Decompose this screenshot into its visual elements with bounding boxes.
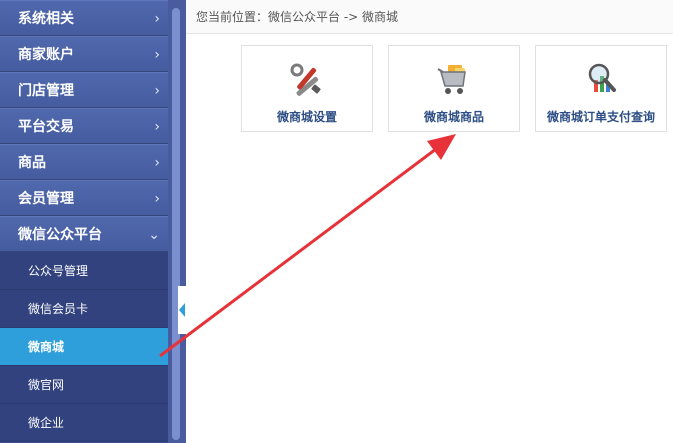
chevron-down-icon: ⌄	[148, 227, 160, 243]
collapse-arrow-icon	[179, 303, 185, 317]
sidebar-item-label: 商家账户	[18, 47, 74, 63]
magnifier-chart-icon	[588, 63, 616, 92]
scrollbar-thumb[interactable]	[172, 8, 180, 440]
sidebar-subitem-label: 微企业	[28, 416, 65, 430]
sidebar-subitem-member-card[interactable]: 微信会员卡	[0, 290, 168, 328]
sidebar-item-platform-trade[interactable]: 平台交易 ›	[0, 108, 168, 144]
sidebar-subitem-label: 微官网	[28, 378, 65, 392]
tools-icon	[290, 63, 321, 96]
sidebar-subitem-label: 微信会员卡	[28, 302, 89, 316]
tile-label: 微商城订单支付查询	[546, 110, 655, 124]
sidebar-nav: 系统相关 › 商家账户 › 门店管理 › 平台交易 › 商品 › 会员管理 › …	[0, 0, 178, 442]
sidebar-item-system[interactable]: 系统相关 ›	[0, 0, 168, 36]
sidebar-item-label: 微信公众平台	[18, 227, 102, 243]
sidebar-subitem-micro-website[interactable]: 微官网	[0, 366, 168, 404]
sidebar-collapse-handle[interactable]	[178, 286, 186, 334]
chevron-right-icon: ›	[154, 11, 160, 27]
sidebar-subitem-micro-enterprise[interactable]: 微企业	[0, 404, 168, 442]
sidebar-item-merchant-account[interactable]: 商家账户 ›	[0, 36, 168, 72]
sidebar-subitem-micro-mall[interactable]: 微商城	[0, 328, 178, 366]
sidebar-subitem-label: 微商城	[28, 340, 65, 354]
chevron-right-icon: ›	[154, 83, 160, 99]
breadcrumb: 您当前位置：微信公众平台 -> 微商城	[186, 0, 673, 34]
tile-mall-products[interactable]: 微商城商品	[388, 45, 520, 132]
sidebar-item-label: 会员管理	[18, 191, 74, 207]
chevron-right-icon: ›	[154, 119, 160, 135]
sidebar-item-member-management[interactable]: 会员管理 ›	[0, 180, 168, 216]
sidebar-item-label: 商品	[18, 155, 46, 171]
sidebar-item-label: 系统相关	[18, 11, 74, 27]
tile-order-payment-query[interactable]: 微商城订单支付查询	[535, 45, 667, 132]
sidebar-item-products[interactable]: 商品 ›	[0, 144, 168, 180]
tile-label: 微商城商品	[423, 110, 484, 124]
tile-label: 微商城设置	[276, 110, 337, 124]
sidebar: 系统相关 › 商家账户 › 门店管理 › 平台交易 › 商品 › 会员管理 › …	[0, 0, 186, 443]
chevron-right-icon: ›	[154, 155, 160, 171]
chevron-right-icon: ›	[154, 47, 160, 63]
shopping-cart-icon	[437, 65, 466, 94]
sidebar-item-label: 门店管理	[18, 83, 74, 99]
sidebar-subitem-official-account[interactable]: 公众号管理	[0, 252, 168, 290]
sidebar-item-label: 平台交易	[18, 119, 74, 135]
sidebar-scrollbar[interactable]	[168, 0, 186, 443]
sidebar-subitem-label: 公众号管理	[28, 264, 89, 278]
tile-mall-settings[interactable]: 微商城设置	[241, 45, 373, 132]
sidebar-item-store-management[interactable]: 门店管理 ›	[0, 72, 168, 108]
sidebar-item-wechat-platform[interactable]: 微信公众平台 ⌄	[0, 216, 168, 252]
chevron-right-icon: ›	[154, 191, 160, 207]
